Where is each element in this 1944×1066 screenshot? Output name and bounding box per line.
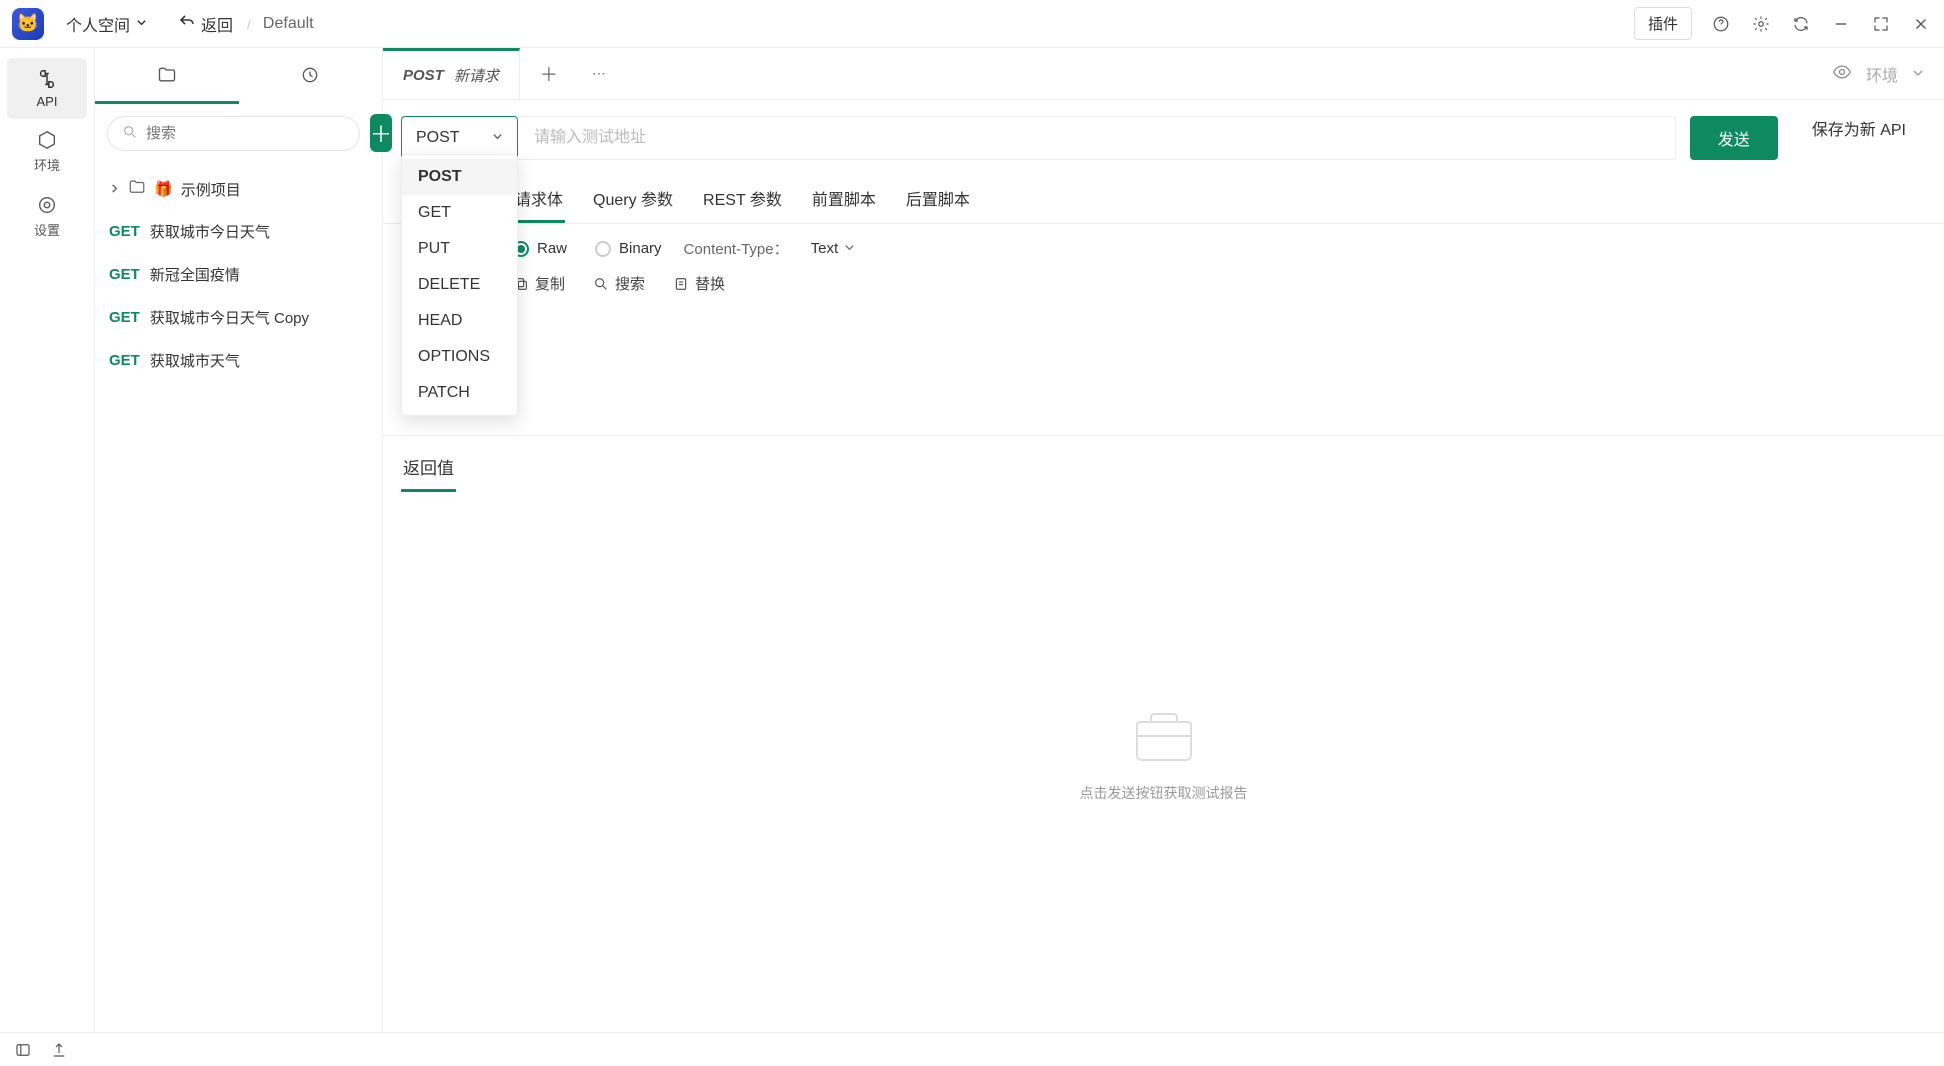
- rail-env-label: 环境: [34, 155, 60, 174]
- topbar: 🐱 个人空间 返回 / Default 插件: [0, 0, 1944, 48]
- folder-icon: [128, 178, 146, 200]
- environment-selector[interactable]: 环境: [1754, 62, 1944, 86]
- method-option-patch[interactable]: PATCH: [402, 375, 517, 411]
- eye-icon: [1832, 62, 1852, 85]
- request-body-editor[interactable]: [383, 306, 1944, 436]
- method-option-head[interactable]: HEAD: [402, 303, 517, 339]
- response-empty-state: 点击发送按钮获取测试报告: [383, 492, 1944, 1032]
- panel-left-icon[interactable]: [12, 1039, 34, 1061]
- breadcrumb-current[interactable]: Default: [263, 15, 314, 33]
- content-type-value: Text: [811, 240, 839, 257]
- subtab-query[interactable]: Query 参数: [591, 176, 675, 223]
- request-tab[interactable]: POST 新请求: [383, 48, 520, 99]
- method-tag: GET: [109, 223, 140, 240]
- help-icon[interactable]: [1710, 13, 1732, 35]
- tool-search-label: 搜索: [615, 273, 645, 294]
- breadcrumb-sep: /: [247, 16, 251, 32]
- tool-replace[interactable]: 替换: [673, 273, 725, 294]
- radio-binary[interactable]: Binary: [595, 240, 662, 257]
- response-tab[interactable]: 返回值: [401, 444, 456, 492]
- content-type-label: Content-Type：: [684, 238, 789, 259]
- undo-icon: [179, 13, 195, 34]
- method-tag: GET: [109, 266, 140, 283]
- item-label: 新冠全国疫情: [150, 264, 240, 285]
- maximize-icon[interactable]: [1870, 13, 1892, 35]
- item-label: 获取城市今日天气: [150, 221, 270, 242]
- rail-settings[interactable]: 设置: [7, 184, 87, 249]
- tab-title: 新请求: [454, 65, 499, 86]
- content-type-select[interactable]: Text: [811, 240, 856, 257]
- radio-raw-label: Raw: [537, 240, 567, 257]
- method-tag: GET: [109, 352, 140, 369]
- folder-emoji: 🎁: [154, 180, 173, 198]
- tool-copy[interactable]: 复制: [513, 273, 565, 294]
- workspace-selector[interactable]: 个人空间: [66, 12, 147, 36]
- tab-method: POST: [403, 67, 444, 84]
- item-label: 获取城市今日天气 Copy: [150, 307, 309, 328]
- method-option-get[interactable]: GET: [402, 195, 517, 231]
- nav-rail: API 环境 设置: [0, 48, 95, 1032]
- rail-api-label: API: [37, 94, 58, 109]
- chevron-down-icon: [492, 129, 503, 147]
- back-label: 返回: [201, 12, 233, 36]
- inbox-icon: [1136, 721, 1192, 761]
- app-logo: 🐱: [12, 8, 44, 40]
- close-icon[interactable]: [1910, 13, 1932, 35]
- rail-settings-label: 设置: [34, 220, 60, 239]
- gear-icon[interactable]: [1750, 13, 1772, 35]
- sidebar: ＋ 🎁 示例项目 GET 获取城市今日天气: [95, 48, 383, 1032]
- workspace-label: 个人空间: [66, 12, 130, 36]
- tab-add-button[interactable]: ＋: [520, 61, 578, 87]
- content: POST 新请求 ＋ ⋯ 环境 POST: [383, 48, 1944, 1032]
- minimize-icon[interactable]: [1830, 13, 1852, 35]
- search-input-wrapper[interactable]: [107, 116, 360, 151]
- subtab-body[interactable]: 请求体: [513, 176, 565, 223]
- tree-folder[interactable]: 🎁 示例项目: [103, 168, 374, 210]
- tab-more-button[interactable]: ⋯: [578, 65, 620, 82]
- tree-item[interactable]: GET 获取城市今日天气: [103, 210, 374, 253]
- subtab-rest[interactable]: REST 参数: [701, 176, 784, 223]
- refresh-icon[interactable]: [1790, 13, 1812, 35]
- tool-replace-label: 替换: [695, 273, 725, 294]
- statusbar: [0, 1032, 1944, 1066]
- send-button[interactable]: 发送: [1690, 116, 1778, 160]
- rail-api[interactable]: API: [7, 58, 87, 119]
- method-value: POST: [416, 129, 460, 147]
- radio-binary-label: Binary: [619, 240, 662, 257]
- method-option-options[interactable]: OPTIONS: [402, 339, 517, 375]
- chevron-right-icon: [109, 181, 120, 198]
- tree-item[interactable]: GET 获取城市天气: [103, 339, 374, 382]
- sidebar-tab-history[interactable]: [239, 48, 383, 104]
- subtab-postscript[interactable]: 后置脚本: [904, 176, 972, 223]
- method-option-put[interactable]: PUT: [402, 231, 517, 267]
- radio-raw[interactable]: Raw: [513, 240, 567, 257]
- subtab-prescript[interactable]: 前置脚本: [810, 176, 878, 223]
- plugin-button[interactable]: 插件: [1634, 7, 1692, 40]
- save-as-button[interactable]: 保存为新 API: [1792, 116, 1926, 160]
- search-input[interactable]: [146, 125, 345, 142]
- tree-item[interactable]: GET 新冠全国疫情: [103, 253, 374, 296]
- method-tag: GET: [109, 309, 140, 326]
- search-icon: [122, 124, 138, 143]
- back-button[interactable]: 返回: [179, 12, 233, 36]
- folder-name: 示例项目: [181, 179, 241, 200]
- upload-icon[interactable]: [48, 1039, 70, 1061]
- item-label: 获取城市天气: [150, 350, 240, 371]
- env-label: 环境: [1866, 62, 1898, 86]
- empty-text: 点击发送按钮获取测试报告: [1080, 783, 1248, 803]
- sidebar-tab-folder[interactable]: [95, 48, 239, 104]
- rail-env[interactable]: 环境: [7, 119, 87, 184]
- tool-copy-label: 复制: [535, 273, 565, 294]
- chevron-down-icon: [136, 15, 147, 33]
- tool-search[interactable]: 搜索: [593, 273, 645, 294]
- method-dropdown: POST GET PUT DELETE HEAD OPTIONS PATCH: [401, 154, 518, 416]
- method-option-post[interactable]: POST: [402, 159, 517, 195]
- chevron-down-icon: [844, 240, 855, 257]
- tree-item[interactable]: GET 获取城市今日天气 Copy: [103, 296, 374, 339]
- method-option-delete[interactable]: DELETE: [402, 267, 517, 303]
- url-input[interactable]: [518, 116, 1676, 160]
- radio-icon: [595, 241, 611, 257]
- chevron-down-icon: [1912, 66, 1924, 82]
